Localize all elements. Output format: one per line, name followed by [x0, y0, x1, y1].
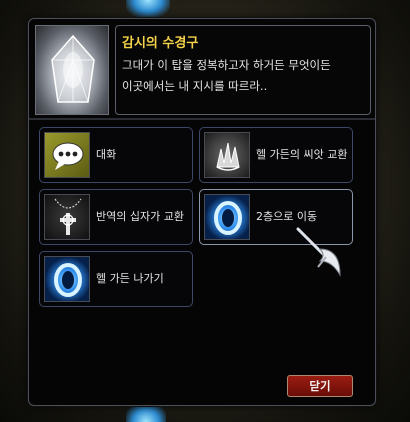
- background-pillar-glow: [126, 0, 170, 18]
- npc-portrait: [35, 25, 109, 115]
- option-label: 대화: [96, 148, 117, 161]
- option-label: 헬 가든의 씨앗 교환: [256, 148, 348, 161]
- option-seed-exchange[interactable]: 헬 가든의 씨앗 교환: [199, 127, 353, 183]
- option-label: 헬 가든 나가기: [96, 272, 164, 285]
- npc-speech-box: 감시의 수경구 그대가 이 탑을 정복하고자 하거든 무엇이든 이곳에서는 내 …: [115, 25, 371, 115]
- dialog-header: 감시의 수경구 그대가 이 탑을 정복하고자 하거든 무엇이든 이곳에서는 내 …: [33, 23, 371, 125]
- option-exit-hell-garden[interactable]: 헬 가든 나가기: [39, 251, 193, 307]
- header-divider: [29, 118, 375, 120]
- option-label: 반역의 십자가 교환: [96, 210, 184, 223]
- npc-name: 감시의 수경구: [122, 36, 199, 51]
- option-talk[interactable]: 대화: [39, 127, 193, 183]
- npc-dialog-window: 감시의 수경구 그대가 이 탑을 정복하고자 하거든 무엇이든 이곳에서는 내 …: [28, 18, 376, 406]
- npc-dialog-text: 그대가 이 탑을 정복하고자 하거든 무엇이든 이곳에서는 내 지시를 따르라.…: [122, 58, 331, 93]
- seed-crystal-icon: [204, 132, 250, 178]
- portal-ring-icon: [44, 256, 90, 302]
- chat-bubble-icon: [44, 132, 90, 178]
- portal-ring-icon: [204, 194, 250, 240]
- cross-necklace-icon: [44, 194, 90, 240]
- scythe-cursor-icon: [296, 227, 344, 281]
- close-button[interactable]: 닫기: [287, 375, 353, 397]
- option-cross-exchange[interactable]: 반역의 십자가 교환: [39, 189, 193, 245]
